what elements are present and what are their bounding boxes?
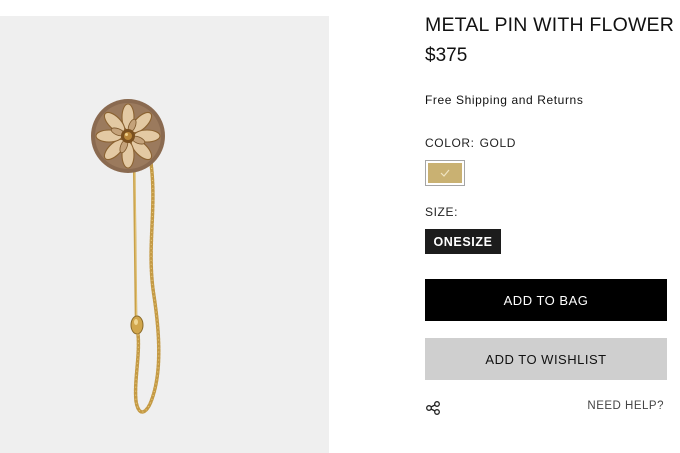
product-price: $375	[425, 45, 468, 66]
product-image[interactable]	[0, 16, 329, 453]
checkmark-icon	[440, 169, 450, 177]
size-option-onesize[interactable]: ONESIZE	[425, 229, 501, 254]
add-to-bag-button[interactable]: ADD TO BAG	[425, 279, 667, 321]
color-selected-value: GOLD	[479, 136, 517, 150]
add-to-wishlist-button[interactable]: ADD TO WISHLIST	[425, 338, 667, 380]
shipping-note: Free Shipping and Returns	[425, 93, 584, 107]
color-label-row: COLOR: GOLD	[425, 136, 516, 150]
size-label-row: SIZE:	[425, 205, 458, 219]
need-help-link[interactable]: NEED HELP?	[587, 400, 664, 412]
product-title: METAL PIN WITH FLOWER	[425, 14, 675, 36]
swatch-fill	[428, 163, 462, 183]
share-icon[interactable]	[425, 400, 441, 416]
color-swatch-gold[interactable]	[425, 160, 465, 186]
size-label: SIZE:	[425, 205, 459, 219]
color-label: COLOR:	[425, 136, 475, 150]
brooch-illustration	[91, 99, 165, 414]
